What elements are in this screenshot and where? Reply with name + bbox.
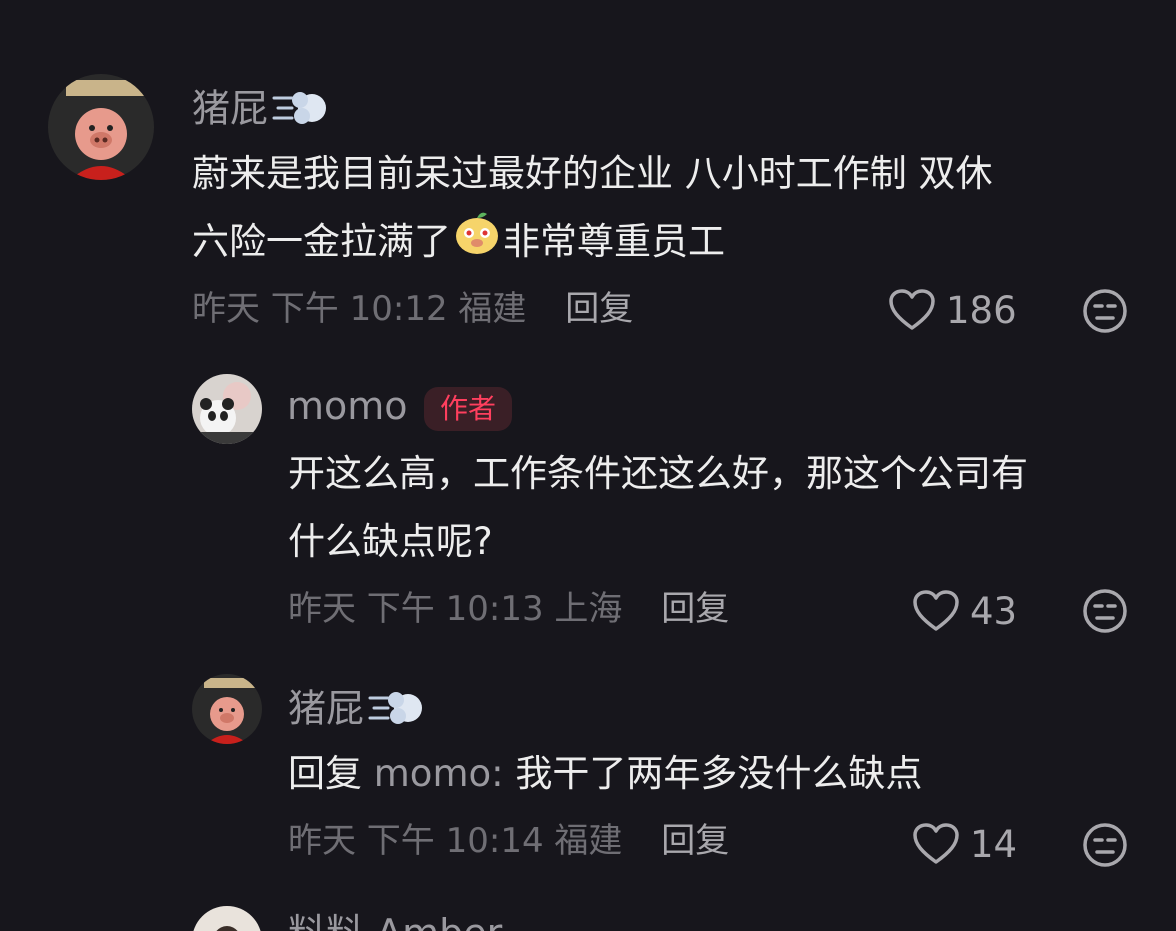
comment-meta: 昨天 下午 10:12 福建 回复 (192, 292, 633, 326)
meh-face-icon (1083, 589, 1127, 633)
comment-location: 福建 (458, 289, 527, 329)
username-text: 猪屁 (192, 86, 269, 131)
reply-button[interactable]: 回复 (661, 821, 729, 861)
dash-icon (272, 86, 330, 136)
comment-meta: 昨天 下午 10:14 福建 回复 (288, 824, 729, 858)
comment-time: 昨天 下午 10:13 (288, 589, 544, 629)
avatar-zhupi[interactable] (48, 74, 154, 180)
like-button[interactable]: 14 (912, 822, 1017, 866)
like-count: 186 (946, 288, 1017, 332)
comment-time: 昨天 下午 10:14 (288, 821, 544, 861)
avatar-amber[interactable] (192, 906, 262, 931)
user-avatar-icon (192, 906, 262, 931)
heart-icon (889, 289, 935, 330)
comment-meta: 昨天 下午 10:13 上海 回复 (288, 592, 729, 626)
like-count: 14 (970, 822, 1018, 866)
pig-avatar-icon (48, 74, 154, 180)
heart-icon (913, 590, 959, 631)
like-button[interactable]: 43 (912, 589, 1017, 633)
comment-thread: 猪屁 蔚来是我目前呆过最好的企业 八小时工作制 双休 六险一金拉满了 非常尊重员工… (0, 0, 1176, 931)
comment-text-segment: 我干了两年多没什么缺点 (515, 752, 923, 795)
dislike-button[interactable] (1082, 822, 1128, 872)
like-count: 43 (970, 589, 1018, 633)
pig-face-icon (453, 210, 501, 278)
comment-username[interactable]: momo (287, 387, 408, 425)
comment-location: 上海 (554, 589, 623, 629)
comment-location: 福建 (554, 821, 623, 861)
reply-button[interactable]: 回复 (565, 289, 633, 329)
comment-text-line: 蔚来是我目前呆过最好的企业 八小时工作制 双休 (192, 152, 993, 195)
username-text: 猪屁 (288, 686, 365, 731)
dislike-button[interactable] (1082, 588, 1128, 638)
author-badge: 作者 (424, 387, 513, 431)
pig-avatar-icon (192, 674, 262, 744)
comment-text: 开这么高，工作条件还这么好，那这个公司有 什么缺点呢? (288, 440, 1028, 576)
comment-text-segment: 非常尊重员工 (503, 220, 725, 263)
comment-username[interactable]: 猪屁 (288, 686, 426, 736)
comment-text: 蔚来是我目前呆过最好的企业 八小时工作制 双休 六险一金拉满了 非常尊重员工 (192, 140, 993, 278)
comment-username[interactable]: 料料 Amber (288, 914, 502, 931)
reply-mention[interactable]: momo: (374, 752, 504, 795)
dash-icon (368, 686, 426, 736)
comment-text-line: 什么缺点呢? (288, 520, 493, 563)
avatar-zhupi[interactable] (192, 674, 262, 744)
avatar-momo[interactable] (192, 374, 262, 444)
reply-prefix: 回复 (288, 752, 362, 795)
heart-icon (913, 823, 959, 864)
comment-username[interactable]: 猪屁 (192, 86, 330, 136)
meh-face-icon (1083, 289, 1127, 333)
like-button[interactable]: 186 (888, 288, 1017, 332)
comment-text-segment: 六险一金拉满了 (192, 220, 451, 263)
dislike-button[interactable] (1082, 288, 1128, 338)
panda-avatar-icon (192, 374, 262, 444)
comment-text-line-2: 六险一金拉满了 非常尊重员工 (192, 208, 993, 278)
reply-button[interactable]: 回复 (661, 589, 729, 629)
meh-face-icon (1083, 823, 1127, 867)
comment-text-line: 开这么高，工作条件还这么好，那这个公司有 (288, 452, 1028, 495)
comment-text: 回复 momo: 我干了两年多没什么缺点 (288, 740, 922, 808)
comment-time: 昨天 下午 10:12 (192, 289, 448, 329)
